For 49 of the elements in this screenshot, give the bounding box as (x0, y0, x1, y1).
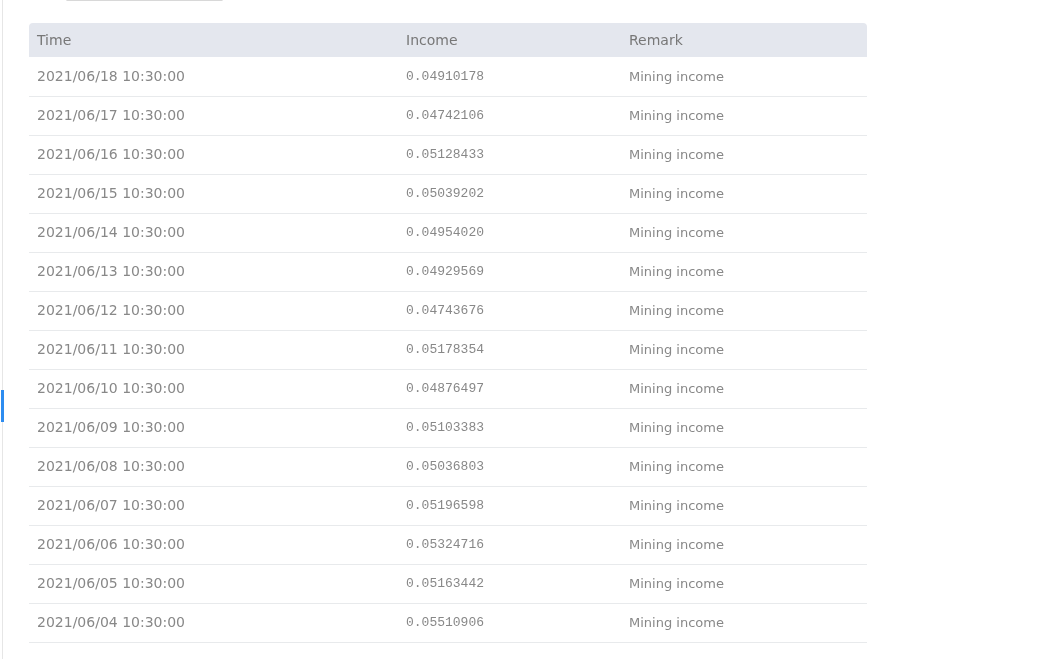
table-cell: 2021/06/17 10:30:00 (29, 96, 398, 135)
table-cell: 0.05039202 (398, 174, 621, 213)
table-cell: Mining income (621, 525, 867, 564)
table-cell: 2021/06/14 10:30:00 (29, 213, 398, 252)
table-cell: 0.05103383 (398, 408, 621, 447)
table-cell: 2021/06/08 10:30:00 (29, 447, 398, 486)
table-cell: Mining income (621, 369, 867, 408)
table-cell: 0.04876497 (398, 369, 621, 408)
table-cell: Mining income (621, 486, 867, 525)
table-cell: 2021/06/06 10:30:00 (29, 525, 398, 564)
column-header: Remark (621, 23, 867, 57)
table-cell: 2021/06/13 10:30:00 (29, 252, 398, 291)
table-cell: 2021/06/12 10:30:00 (29, 291, 398, 330)
table-cell: 0.05036803 (398, 447, 621, 486)
table-cell: 0.04929569 (398, 252, 621, 291)
table-cell: Mining income (621, 447, 867, 486)
table-cell: Mining income (621, 57, 867, 96)
table-cell: 0.04742106 (398, 96, 621, 135)
table-cell: Mining income (621, 213, 867, 252)
table-cell: 2021/06/09 10:30:00 (29, 408, 398, 447)
table-cell: 2021/06/18 10:30:00 (29, 57, 398, 96)
table-cell: Mining income (621, 330, 867, 369)
table-cell: 0.05196598 (398, 486, 621, 525)
table-cell: 0.05163442 (398, 564, 621, 603)
active-indicator (1, 390, 4, 422)
table-cell: 2021/06/10 10:30:00 (29, 369, 398, 408)
table-cell: Mining income (621, 135, 867, 174)
table-cell: 0.05324716 (398, 525, 621, 564)
table-cell: 0.05128433 (398, 135, 621, 174)
table-cell: 2021/06/15 10:30:00 (29, 174, 398, 213)
table-cell: 2021/06/11 10:30:00 (29, 330, 398, 369)
column-header: Income (398, 23, 621, 57)
table-cell: Mining income (621, 564, 867, 603)
table-cell: 2021/06/04 10:30:00 (29, 603, 398, 642)
table-cell: Mining income (621, 603, 867, 642)
table-cell: 2021/06/05 10:30:00 (29, 564, 398, 603)
table-cell: Mining income (621, 96, 867, 135)
table-cell: 0.04954020 (398, 213, 621, 252)
table-cell: 2021/06/16 10:30:00 (29, 135, 398, 174)
table-cell: Mining income (621, 291, 867, 330)
table-cell: 0.05178354 (398, 330, 621, 369)
table-cell: 2021/06/07 10:30:00 (29, 486, 398, 525)
table-cell: 0.04743676 (398, 291, 621, 330)
column-header: Time (29, 23, 398, 57)
table-cell: Mining income (621, 174, 867, 213)
table-cell: Mining income (621, 252, 867, 291)
table-cell: Mining income (621, 408, 867, 447)
table-cell: 0.04910178 (398, 57, 621, 96)
table-cell: 0.05510906 (398, 603, 621, 642)
